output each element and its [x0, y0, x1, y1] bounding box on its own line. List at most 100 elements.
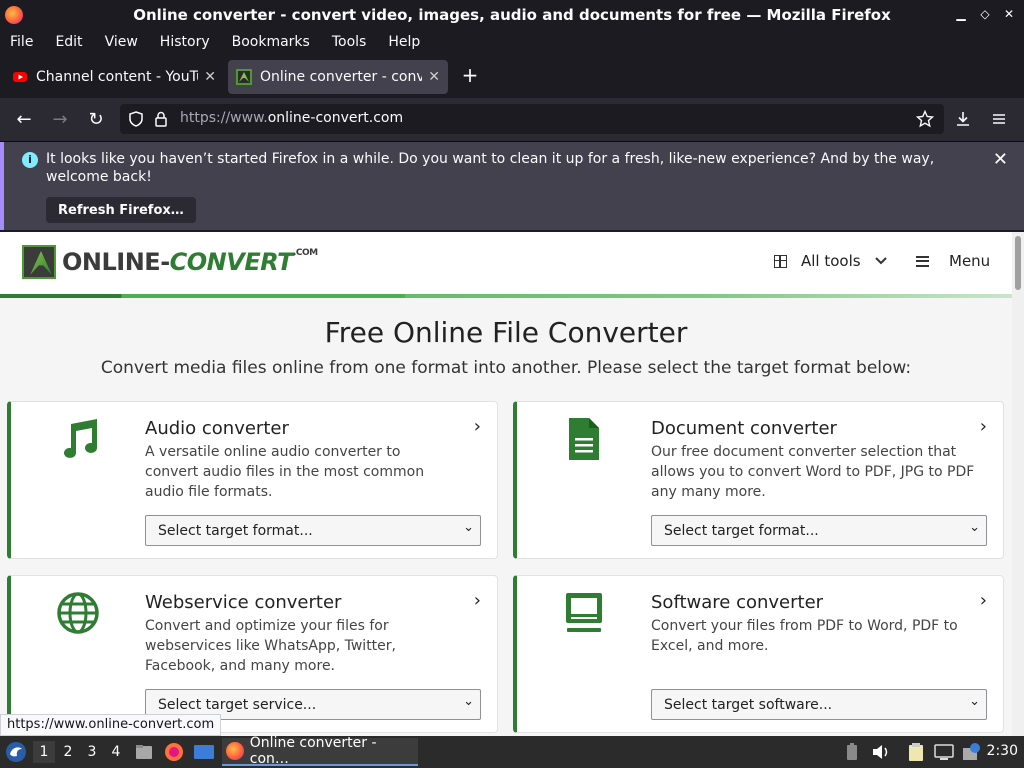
all-tools-label: All tools [801, 252, 861, 270]
network-icon[interactable] [933, 742, 955, 762]
chevron-right-icon[interactable]: › [474, 416, 481, 437]
taskbar-firefox-task[interactable]: Online converter - con… [222, 735, 418, 767]
tab-youtube[interactable]: Channel content - YouTube ✕ [4, 60, 224, 94]
firefox-logo-icon [5, 6, 23, 24]
menu-bookmarks[interactable]: Bookmarks [232, 34, 310, 50]
card-description: Convert and optimize your files for webs… [145, 618, 396, 674]
menu-tools[interactable]: Tools [332, 34, 367, 50]
downloads-icon[interactable] [954, 110, 972, 128]
chevron-right-icon[interactable]: › [980, 590, 987, 611]
logo-mark-icon [22, 245, 56, 279]
notification-message: It looks like you haven’t started Firefo… [46, 151, 935, 185]
site-header: ONLINE-CONVERT.COM All tools Menu [0, 232, 1012, 294]
tab-label: Online converter - convert [260, 69, 423, 85]
chevron-down-icon: ⌄ [969, 694, 980, 709]
tab-online-converter[interactable]: Online converter - convert ✕ [228, 60, 448, 94]
bookmark-star-icon[interactable] [916, 110, 934, 128]
document-target-format-select[interactable]: Select target format... ⌄ [651, 515, 987, 546]
refresh-firefox-button[interactable]: Refresh Firefox… [46, 197, 196, 223]
document-icon [569, 418, 599, 460]
nav-bar: ← → ↻ https://www.online-convert.com [0, 98, 1024, 142]
chevron-down-icon: ⌄ [969, 520, 980, 535]
menu-help[interactable]: Help [388, 34, 420, 50]
battery-icon[interactable] [844, 743, 860, 761]
volume-icon[interactable] [871, 743, 891, 761]
audio-converter-card[interactable]: Audio converter A versatile online audio… [7, 401, 498, 559]
tab-bar: Channel content - YouTube ✕ Online conve… [0, 56, 1024, 98]
document-converter-card[interactable]: Document converter Our free document con… [513, 401, 1004, 559]
youtube-icon [13, 72, 27, 82]
taskbar: 1 2 3 4 Online converter - con… 2:30 [0, 735, 1024, 768]
tab-close-icon[interactable]: ✕ [428, 69, 440, 85]
chevron-right-icon[interactable]: › [980, 416, 987, 437]
notification-close-icon[interactable]: ✕ [993, 149, 1008, 170]
reload-button[interactable]: ↻ [84, 108, 108, 132]
site-logo[interactable]: ONLINE-CONVERT.COM [22, 245, 318, 279]
page-title: Free Online File Converter [324, 316, 688, 349]
page-subtitle: Convert media files online from one form… [100, 358, 912, 378]
close-icon[interactable]: ✕ [1002, 7, 1016, 21]
header-accent-line [0, 294, 1012, 298]
site-menu-button[interactable]: Menu [916, 252, 990, 270]
menu-file[interactable]: File [10, 34, 33, 50]
task-label: Online converter - con… [249, 735, 377, 767]
menu-edit[interactable]: Edit [55, 34, 82, 50]
app-menu-icon[interactable] [990, 110, 1008, 128]
menubar: File Edit View History Bookmarks Tools H… [0, 30, 1024, 54]
back-button[interactable]: ← [12, 108, 36, 132]
link-status-popup: https://www.online-convert.com [0, 714, 222, 736]
window-title: Online converter - convert video, images… [133, 6, 891, 24]
refresh-notification: i It looks like you haven’t started Fire… [0, 142, 1024, 230]
tab-close-icon[interactable]: ✕ [204, 69, 216, 85]
forward-button[interactable]: → [48, 108, 72, 132]
card-description: A versatile online audio converter to co… [145, 444, 425, 500]
scrollbar-thumb[interactable] [1015, 236, 1021, 290]
all-tools-dropdown[interactable]: All tools [774, 252, 887, 270]
online-convert-favicon-icon [236, 69, 252, 85]
start-menu-icon[interactable] [5, 741, 27, 763]
chevron-down-icon: ⌄ [463, 694, 474, 709]
url-bar[interactable]: https://www.online-convert.com [120, 104, 944, 134]
file-manager-icon[interactable] [134, 742, 154, 762]
card-title: Audio converter [145, 418, 289, 439]
workspace-2[interactable]: 2 [57, 741, 79, 763]
desktop-icon[interactable] [193, 742, 215, 762]
menu-history[interactable]: History [160, 34, 210, 50]
card-title: Document converter [651, 418, 837, 439]
workspace-1[interactable]: 1 [33, 741, 55, 763]
card-title: Software converter [651, 592, 824, 613]
shield-icon[interactable] [128, 111, 144, 127]
clipboard-icon[interactable] [906, 742, 926, 762]
software-target-select[interactable]: Select target software... ⌄ [651, 689, 987, 720]
url-text: https://www.online-convert.com [180, 110, 404, 126]
workspace-3[interactable]: 3 [81, 741, 103, 763]
chevron-right-icon[interactable]: › [474, 590, 481, 611]
lock-icon[interactable] [154, 111, 168, 127]
chevron-down-icon: ⌄ [463, 520, 474, 535]
info-icon: i [22, 152, 38, 168]
notification-updates-icon[interactable] [961, 742, 981, 762]
logo-wordmark: ONLINE-CONVERT.COM [62, 248, 318, 276]
web-page: ONLINE-CONVERT.COM All tools Menu Free O… [0, 232, 1012, 736]
software-converter-card[interactable]: Software converter Convert your files fr… [513, 575, 1004, 733]
audio-target-format-select[interactable]: Select target format... ⌄ [145, 515, 481, 546]
menu-view[interactable]: View [105, 34, 138, 50]
menu-label: Menu [949, 252, 991, 270]
page-scrollbar[interactable] [1012, 232, 1024, 736]
maximize-icon[interactable]: ◇ [978, 7, 992, 21]
new-tab-button[interactable]: + [458, 63, 482, 87]
hamburger-icon [916, 255, 929, 267]
workspace-4[interactable]: 4 [105, 741, 127, 763]
monitor-icon [566, 593, 602, 632]
window-titlebar: Online converter - convert video, images… [0, 0, 1024, 30]
card-description: Our free document converter selection th… [651, 444, 975, 500]
firefox-task-icon [226, 742, 244, 760]
card-title: Webservice converter [145, 592, 342, 613]
globe-icon [57, 592, 99, 634]
chevron-down-icon [874, 257, 887, 265]
firefox-launcher-icon[interactable] [164, 742, 184, 762]
minimize-icon[interactable]: ▁ [954, 7, 968, 21]
window-controls: ▁ ◇ ✕ [954, 7, 1016, 21]
grid-icon [774, 254, 787, 268]
webservice-converter-card[interactable]: Webservice converter Convert and optimiz… [7, 575, 498, 733]
